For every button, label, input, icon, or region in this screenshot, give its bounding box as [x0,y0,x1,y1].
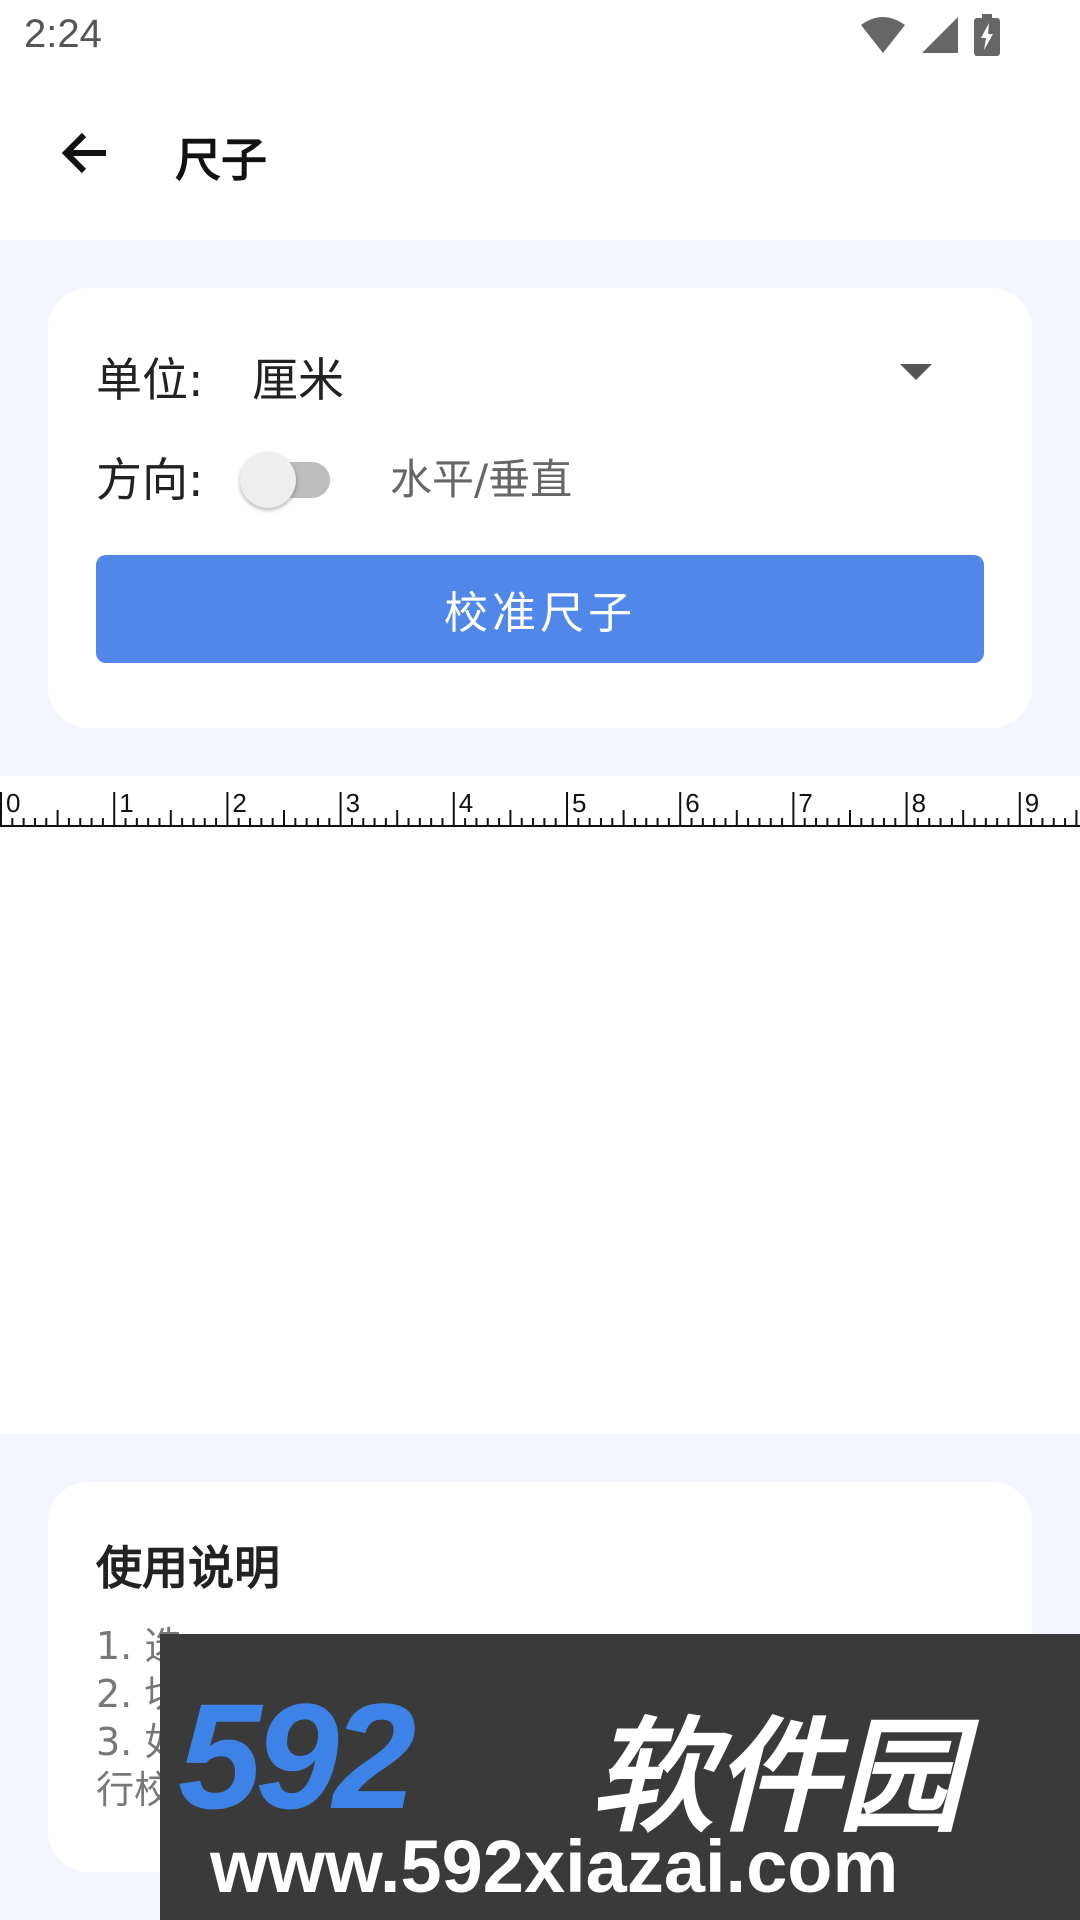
direction-label: 方向: [96,453,204,507]
settings-card: 单位: 厘米 方向: 水平/垂直 校准尺子 [48,288,1032,728]
ruler-area[interactable]: 0 1 2 3 4 5 6 7 8 9 [0,776,1080,1434]
watermark-number: 592 [178,1672,416,1840]
toggle-thumb [240,452,296,508]
watermark-banner: 592 软件园 www.592xiazai.com [160,1634,1080,1920]
status-bar: 2:24 [0,0,1080,72]
watermark-url: www.592xiazai.com [210,1825,899,1908]
status-icons [860,14,1000,56]
back-button[interactable] [40,108,130,198]
ruler-label: 7 [798,788,812,818]
page-title: 尺子 [175,133,267,187]
arrow-left-icon [61,132,106,174]
direction-hint: 水平/垂直 [390,455,573,504]
ruler-label: 2 [232,788,246,818]
unit-label: 单位: [96,353,204,407]
ruler[interactable]: 0 1 2 3 4 5 6 7 8 9 [0,776,1080,876]
app-bar: 尺子 [0,72,1080,240]
ruler-label: 0 [6,788,20,818]
ruler-label: 4 [459,788,473,818]
wifi-icon [861,17,905,53]
ruler-label: 6 [685,788,699,818]
calibrate-ruler-button[interactable]: 校准尺子 [96,555,984,663]
direction-toggle[interactable] [240,450,332,510]
ruler-label: 1 [119,788,133,818]
ruler-label: 3 [346,788,360,818]
status-time: 2:24 [24,12,102,56]
ruler-label: 8 [912,788,926,818]
help-title: 使用说明 [96,1541,280,1595]
cellular-signal-icon [922,17,958,53]
ruler-label: 9 [1025,788,1039,818]
battery-charging-icon [974,14,1000,56]
unit-select-value[interactable]: 厘米 [252,344,344,410]
ruler-label: 5 [572,788,586,818]
dropdown-arrow-icon[interactable] [900,364,932,380]
